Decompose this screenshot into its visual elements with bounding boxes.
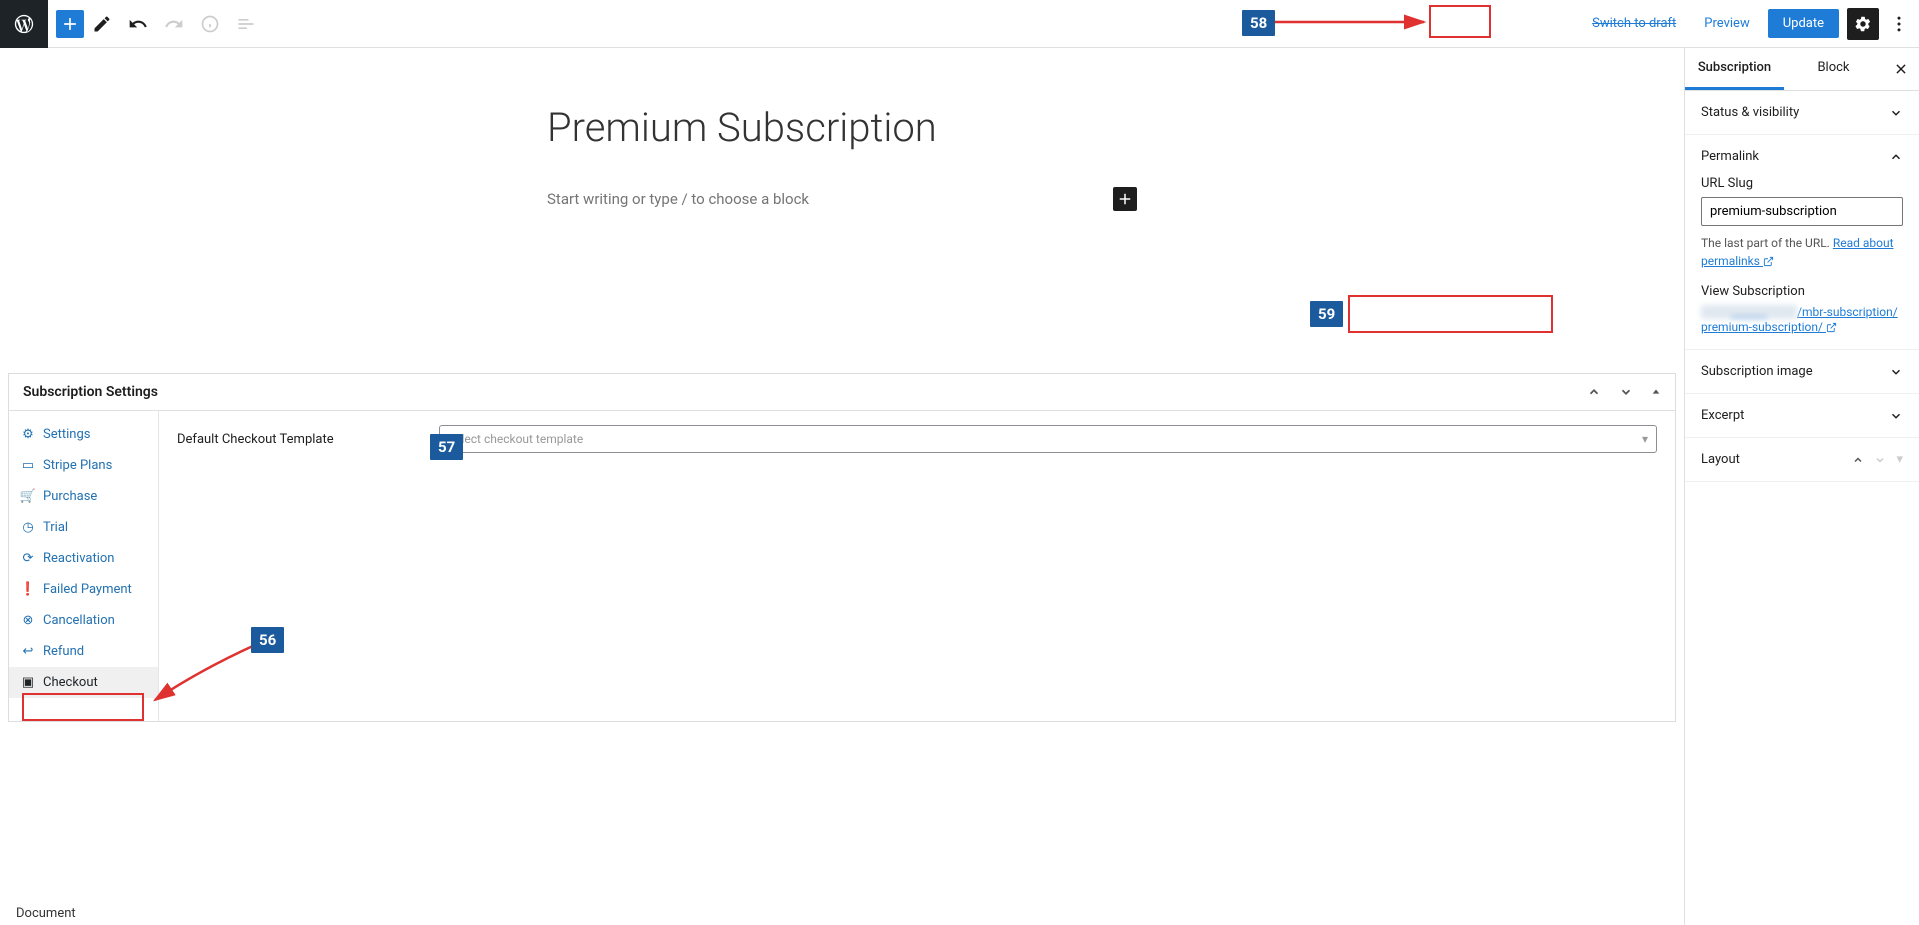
chevron-up-icon (1889, 150, 1903, 164)
close-sidebar-icon[interactable] (1883, 48, 1919, 90)
preview-link[interactable]: Preview (1694, 10, 1759, 37)
info-icon (192, 6, 228, 42)
annotation-badge-58: 58 (1242, 10, 1275, 36)
annotation-badge-59: 59 (1310, 301, 1343, 327)
panel-subscription-image[interactable]: Subscription image (1685, 350, 1919, 394)
edit-icon[interactable] (84, 6, 120, 42)
cart-icon: 🛒 (21, 489, 35, 504)
caret-down-icon: ▾ (1896, 452, 1903, 467)
panel-status-visibility[interactable]: Status & visibility (1685, 91, 1919, 135)
panel-permalink[interactable]: Permalink (1701, 149, 1903, 164)
annotation-badge-56: 56 (251, 627, 284, 653)
chevron-down-icon (1889, 409, 1903, 423)
add-block-button[interactable] (56, 10, 84, 38)
clock-icon: ◷ (21, 520, 35, 535)
nav-checkout[interactable]: ▣Checkout (9, 667, 158, 698)
redo-icon (156, 6, 192, 42)
nav-purchase[interactable]: 🛒Purchase (9, 481, 158, 512)
annotation-badge-57: 57 (430, 434, 463, 460)
url-slug-input[interactable] (1701, 197, 1903, 226)
nav-cancellation[interactable]: ⊗Cancellation (9, 605, 158, 636)
alert-icon: ❗ (21, 582, 35, 597)
more-options-icon[interactable] (1887, 6, 1911, 42)
view-subscription-label: View Subscription (1701, 284, 1903, 299)
nav-trial[interactable]: ◷Trial (9, 512, 158, 543)
outline-icon (228, 6, 264, 42)
permalink-helper: The last part of the URL. Read about per… (1701, 234, 1903, 270)
chevron-down-icon[interactable] (1619, 385, 1633, 399)
update-button[interactable]: Update (1768, 9, 1839, 38)
caret-down-icon: ▾ (1642, 432, 1648, 446)
inline-add-block-button[interactable] (1113, 187, 1137, 211)
checkout-template-select[interactable]: Select checkout template ▾ (439, 425, 1657, 453)
nav-failed-payment[interactable]: ❗Failed Payment (9, 574, 158, 605)
block-prompt-text[interactable]: Start writing or type / to choose a bloc… (547, 190, 809, 208)
return-icon: ↩ (21, 644, 35, 659)
page-title[interactable]: Premium Subscription (547, 104, 1137, 151)
tab-block[interactable]: Block (1784, 48, 1883, 90)
panel-excerpt[interactable]: Excerpt (1685, 394, 1919, 438)
permalink-url-link[interactable]: hidden/mbr-subscription/premium-subscrip… (1701, 305, 1898, 334)
chevron-up-icon (1852, 454, 1864, 466)
refresh-icon: ⟳ (21, 551, 35, 566)
nav-settings[interactable]: ⚙Settings (9, 419, 158, 450)
panel-layout[interactable]: Layout ▾ (1685, 438, 1919, 482)
book-icon: ▣ (21, 675, 35, 690)
stripe-icon: ▭ (21, 458, 35, 473)
caret-up-icon[interactable] (1651, 387, 1661, 397)
undo-icon[interactable] (120, 6, 156, 42)
checkout-template-label: Default Checkout Template (177, 432, 427, 447)
metabox-title: Subscription Settings (23, 384, 158, 400)
chevron-down-icon (1874, 454, 1886, 466)
settings-button[interactable] (1847, 8, 1879, 40)
nav-stripe-plans[interactable]: ▭Stripe Plans (9, 450, 158, 481)
tab-subscription[interactable]: Subscription (1685, 48, 1784, 90)
url-slug-label: URL Slug (1701, 176, 1903, 191)
document-footer[interactable]: Document (16, 906, 76, 921)
switch-to-draft-link[interactable]: Switch to draft (1582, 10, 1686, 37)
nav-reactivation[interactable]: ⟳Reactivation (9, 543, 158, 574)
gear-icon: ⚙ (21, 427, 35, 442)
close-circle-icon: ⊗ (21, 613, 35, 628)
nav-refund[interactable]: ↩Refund (9, 636, 158, 667)
chevron-up-icon[interactable] (1587, 385, 1601, 399)
chevron-down-icon (1889, 106, 1903, 120)
chevron-down-icon (1889, 365, 1903, 379)
wordpress-logo[interactable] (0, 0, 48, 48)
